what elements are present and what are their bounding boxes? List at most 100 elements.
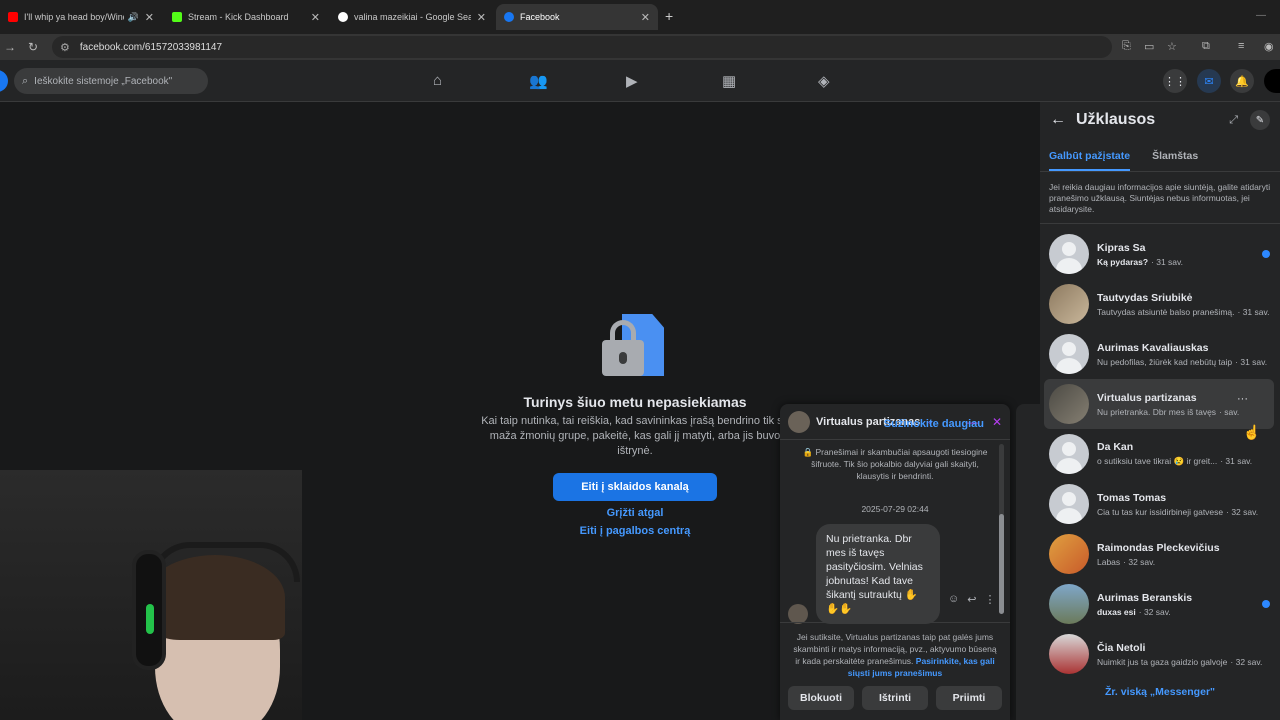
media-icon[interactable]: ≡ (1238, 40, 1244, 52)
conversation-item[interactable]: Kipras Sa Ką pydaras? · 31 sav. (1040, 229, 1280, 279)
chat-scrollbar[interactable] (999, 444, 1004, 614)
avatar (1049, 484, 1089, 524)
close-tab-icon[interactable]: ✕ (641, 11, 650, 24)
gaming-icon[interactable]: ◈ (818, 72, 830, 90)
facebook-search-input[interactable]: ⌕ Ieškokite sistemoje „Facebook" (14, 68, 208, 94)
forward-icon[interactable]: → (4, 40, 16, 54)
extensions-icon[interactable]: ⧉ (1202, 40, 1210, 53)
conversation-item[interactable]: Tautvydas Sriubikė Tautvydas atsiuntė ba… (1040, 279, 1280, 329)
avatar (1049, 634, 1089, 674)
tab-maybe-know[interactable]: Galbūt pažįstate (1049, 138, 1131, 171)
profile-icon[interactable]: ◉ (1264, 40, 1274, 53)
avatar (1049, 234, 1089, 274)
facebook-header: ⌕ Ieškokite sistemoje „Facebook" ⌂ 👥 ▶ ▦… (0, 60, 1280, 102)
message-bubble[interactable]: Nu prietranka. Dbr mes iš tavęs pasityči… (816, 524, 940, 624)
facebook-logo-icon[interactable] (0, 70, 8, 92)
message-time: · 32 sav. (1230, 656, 1263, 667)
consent-note: Jei sutiksite, Virtualus partizanas taip… (780, 622, 1010, 687)
tab-title: I'll whip ya head boy/Wind (24, 12, 124, 22)
home-icon[interactable]: ⌂ (433, 72, 442, 89)
conversation-item[interactable]: Tomas Tomas Cia tu tas kur issidirbineji… (1040, 479, 1280, 529)
mouse-cursor-icon: ☝ (1243, 424, 1261, 440)
conversation-item[interactable]: Aurimas Kavaliauskas Nu pedofilas, žiūrė… (1040, 329, 1280, 379)
more-options-icon[interactable]: ⋮ (984, 593, 995, 606)
browser-tab-active[interactable]: Facebook ✕ (496, 4, 658, 30)
messenger-icon[interactable]: ✉ (1197, 69, 1221, 93)
avatar (1049, 384, 1089, 424)
close-tab-icon[interactable]: ✕ (477, 11, 486, 24)
unavailable-title: Turinys šiuo metu nepasiekiamas (523, 394, 747, 410)
message-time: · 31 sav. (1235, 356, 1268, 367)
facebook-icon (504, 12, 514, 22)
speaker-icon[interactable]: 🔊 (128, 12, 139, 23)
react-emoji-icon[interactable]: ☺ (948, 593, 959, 606)
message-preview: Nuimkit jus ta gaza gaidzio galvoje (1097, 656, 1228, 667)
conversation-list: Kipras Sa Ką pydaras? · 31 sav. Tautvydas… (1040, 224, 1280, 679)
contact-name: Tomas Tomas (1097, 491, 1167, 504)
translate-icon[interactable]: ⎘ (1122, 40, 1131, 53)
avatar (1049, 434, 1089, 474)
search-icon: ⌕ (22, 74, 29, 87)
video-icon[interactable]: ▶ (626, 72, 638, 90)
help-center-link[interactable]: Eiti į pagalbos centrą (470, 525, 800, 537)
message-time: · 31 sav. (1151, 256, 1183, 267)
url-field[interactable]: ⚙ facebook.com/61572033981147 (52, 36, 1112, 58)
go-to-feed-button[interactable]: Eiti į sklaidos kanalą (553, 473, 717, 501)
conversation-item-hovered[interactable]: Virtualus partizanas Nu prietranka. Dbr … (1044, 379, 1274, 429)
close-tab-icon[interactable]: ✕ (311, 11, 320, 24)
close-tab-icon[interactable]: ✕ (145, 11, 154, 24)
contact-name: Čia Netoli (1097, 641, 1146, 654)
browser-tab[interactable]: valina mazeikiai - Google Search ✕ (330, 4, 494, 30)
contact-name: Aurimas Kavaliauskas (1097, 341, 1209, 354)
unread-dot (1262, 250, 1270, 258)
message-time: · 31 sav. (1237, 306, 1270, 317)
friends-icon[interactable]: 👥 (529, 72, 548, 90)
menu-grid-icon[interactable]: ⋮⋮ (1163, 69, 1187, 93)
message-preview: Ką pydaras? (1097, 256, 1149, 267)
bookmark-star-icon[interactable]: ☆ (1167, 40, 1177, 53)
youtube-icon (8, 12, 18, 22)
browser-tab[interactable]: Stream - Kick Dashboard ✕ (164, 4, 328, 30)
requests-info: Jei reikia daugiau informacijos apie siu… (1040, 172, 1280, 224)
window-minimize-icon[interactable]: — (1256, 10, 1266, 21)
contact-name: Aurimas Beranskis (1097, 591, 1193, 604)
back-arrow-icon[interactable]: ← (1050, 111, 1066, 129)
chat-avatar (788, 410, 810, 433)
marketplace-icon[interactable]: ▦ (722, 72, 736, 90)
site-info-icon[interactable]: ⚙ (60, 41, 70, 54)
content-unavailable: Turinys šiuo metu nepasiekiamas Kai taip… (470, 312, 800, 537)
account-avatar[interactable] (1264, 69, 1280, 93)
browser-tab[interactable]: I'll whip ya head boy/Wind 🔊 ✕ (0, 4, 162, 30)
tab-spam[interactable]: Šlamštas (1152, 138, 1198, 171)
delete-button[interactable]: Ištrinti (862, 686, 928, 710)
block-button[interactable]: Blokuoti (788, 686, 854, 710)
expand-icon[interactable]: ⤢ (1229, 114, 1238, 127)
message-date: 2025-07-29 02:44 (861, 504, 929, 514)
conversation-item[interactable]: Aurimas Beranskis duxas esi · 32 sav. (1040, 579, 1280, 629)
conversation-item[interactable]: Raimondas Pleckevičius Labas · 32 sav. (1040, 529, 1280, 579)
reload-icon[interactable]: ↻ (28, 40, 38, 54)
tab-title: Facebook (520, 12, 560, 22)
tab-title: Stream - Kick Dashboard (188, 12, 289, 22)
accept-button[interactable]: Priimti (936, 686, 1002, 710)
avatar (1049, 584, 1089, 624)
close-icon[interactable]: ✕ (992, 415, 1002, 429)
contact-name: Kipras Sa (1097, 241, 1146, 254)
learn-more-link[interactable]: Sužinokite daugiau (884, 418, 984, 430)
browser-tab-bar: I'll whip ya head boy/Wind 🔊 ✕ Stream - … (0, 0, 1280, 34)
unread-dot (1262, 600, 1270, 608)
message-time: · 32 sav. (1138, 606, 1171, 617)
lock-document-icon (600, 312, 670, 378)
reply-icon[interactable]: ↩ (967, 593, 976, 606)
more-options-icon[interactable]: ··· (1237, 393, 1248, 405)
notifications-bell-icon[interactable]: 🔔 (1230, 69, 1254, 93)
cast-icon[interactable]: ▭ (1144, 40, 1154, 53)
message-time: · 32 sav. (1123, 556, 1156, 567)
contact-name: Raimondas Pleckevičius (1097, 541, 1220, 554)
go-back-link[interactable]: Grįžti atgal (470, 507, 800, 519)
new-message-icon[interactable]: ✎ (1250, 110, 1270, 130)
conversation-item[interactable]: Čia Netoli Nuimkit jus ta gaza gaidzio g… (1040, 629, 1280, 679)
new-tab-icon[interactable]: + (665, 8, 673, 24)
message-time: · sav. (1219, 406, 1240, 417)
see-all-messenger-link[interactable]: Žr. viską „Messenger" (1040, 686, 1280, 698)
